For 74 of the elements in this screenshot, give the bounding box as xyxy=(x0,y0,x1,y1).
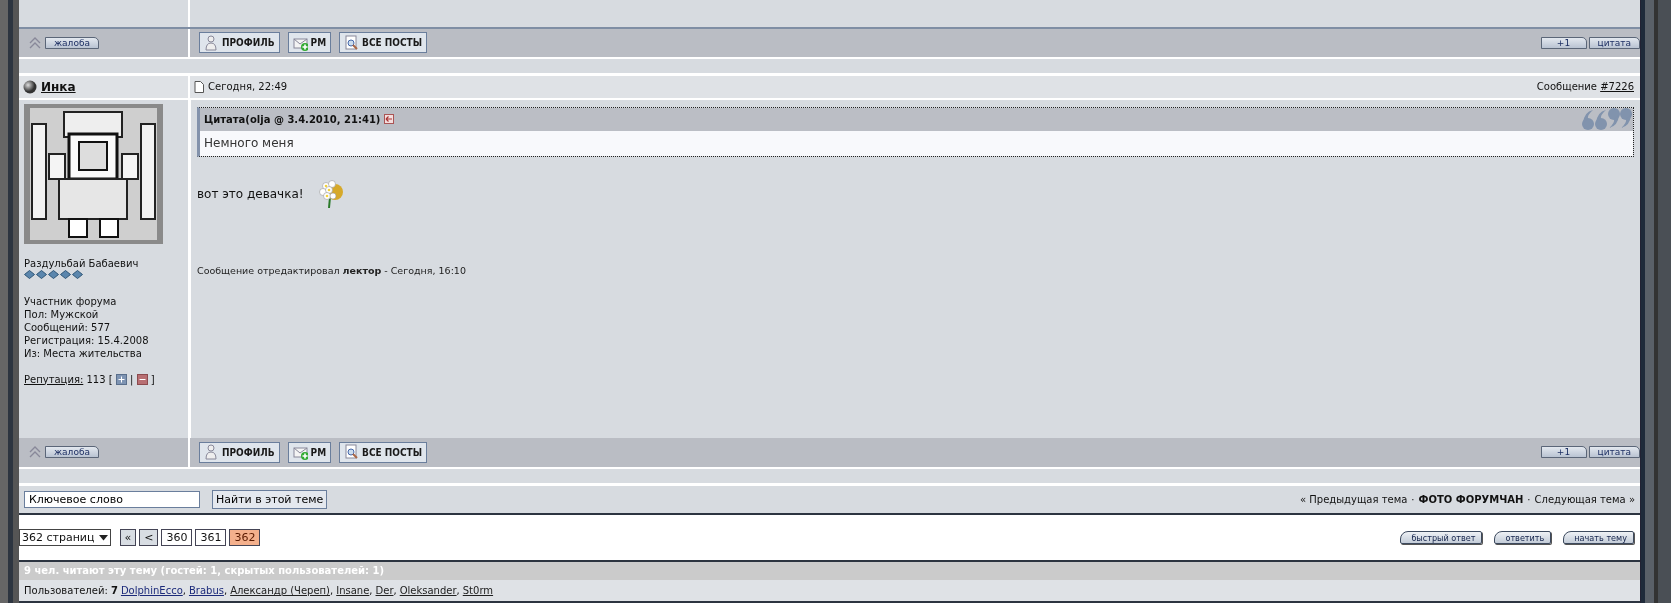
separator: · xyxy=(1411,493,1415,505)
quote-marks-icon xyxy=(1581,107,1633,132)
quote-header: Цитата(olja @ 3.4.2010, 21:41) xyxy=(204,113,381,125)
plus-one-button[interactable]: +1 xyxy=(1540,446,1587,459)
toolbar-button[interactable]: РМ xyxy=(287,441,332,463)
quote-button[interactable]: цитата xyxy=(1588,36,1640,49)
minus-icon[interactable] xyxy=(136,373,148,385)
post-date: Сегодня, 22:49 xyxy=(208,81,288,93)
user-detail: Участник форума xyxy=(24,294,118,308)
separator: , xyxy=(182,585,186,597)
up-arrow-icon xyxy=(29,445,41,460)
person-icon xyxy=(204,34,219,51)
search-field[interactable]: Ключевое слово xyxy=(24,490,200,508)
separator: , xyxy=(330,585,334,597)
page-link[interactable]: « xyxy=(119,529,137,547)
user-link[interactable]: Александр (Череп) xyxy=(230,585,331,597)
plus-one-button[interactable]: +1 xyxy=(1540,36,1587,49)
user-detail: Сообщений: 577 xyxy=(24,320,112,334)
plus-icon[interactable] xyxy=(115,373,127,385)
quote-button[interactable]: цитата xyxy=(1588,446,1640,459)
message-number-link[interactable]: #7226 xyxy=(1600,81,1634,93)
quote-text: Немного меня xyxy=(200,130,1633,156)
back-arrow-icon xyxy=(384,114,395,125)
action-button[interactable]: ответить xyxy=(1494,531,1552,545)
separator: , xyxy=(369,585,373,597)
toolbar-button[interactable]: ВСЕ ПОСТЫ xyxy=(339,441,428,463)
user-link[interactable]: Oleksander xyxy=(399,585,457,597)
dropdown-arrow-icon xyxy=(98,534,108,541)
bracket: ] xyxy=(149,373,155,385)
envelope-plus-icon xyxy=(292,444,308,461)
separator: | xyxy=(129,373,135,385)
topic-title: ФОТО ФОРУМЧАН xyxy=(1418,493,1524,505)
separator: , xyxy=(223,585,228,597)
page-link[interactable]: 362 xyxy=(229,529,261,547)
user-title: Раздульбай Бабаевич xyxy=(24,256,140,270)
user-link[interactable]: Der xyxy=(375,585,394,597)
reputation-link[interactable]: Репутация: xyxy=(24,373,84,385)
toolbar-button[interactable]: ПРОФИЛЬ xyxy=(199,32,280,54)
action-button[interactable]: начать тему xyxy=(1563,531,1634,545)
page-link[interactable]: 361 xyxy=(195,529,227,547)
user-link[interactable]: DolphinEcco xyxy=(120,585,183,597)
document-icon xyxy=(194,80,204,93)
reputation-value: 113 [ xyxy=(85,373,114,385)
document-search-icon xyxy=(344,444,360,461)
separator: , xyxy=(393,585,397,597)
separator: · xyxy=(1527,493,1531,505)
page-link[interactable]: < xyxy=(139,529,159,547)
report-button[interactable]: жалоба xyxy=(45,446,99,459)
message-text: вот это девачка! xyxy=(197,186,304,201)
status-dot-icon xyxy=(23,79,37,94)
separator: , xyxy=(456,585,460,597)
users-label: Пользователей: xyxy=(24,585,109,597)
user-link[interactable]: St0rm xyxy=(462,585,494,597)
users-count: 7 xyxy=(110,585,118,597)
toolbar-button[interactable]: ВСЕ ПОСТЫ xyxy=(339,32,428,54)
page-link[interactable]: 360 xyxy=(161,529,193,547)
user-detail: Из: Места жительства xyxy=(24,346,143,360)
message-number-label: Сообщение xyxy=(1536,81,1598,93)
pages-dropdown[interactable]: 362 страниц xyxy=(19,529,111,547)
person-icon xyxy=(204,444,219,461)
search-button[interactable]: Найти в этой теме xyxy=(212,489,328,509)
user-detail: Регистрация: 15.4.2008 xyxy=(24,333,150,347)
up-arrow-icon xyxy=(29,35,41,50)
toolbar-button[interactable]: ПРОФИЛЬ xyxy=(199,441,280,463)
toolbar-button[interactable]: РМ xyxy=(287,32,332,54)
next-topic-link[interactable]: Следующая тема » xyxy=(1534,493,1635,505)
user-link[interactable]: Brabus xyxy=(188,585,224,597)
action-button[interactable]: быстрый ответ xyxy=(1400,531,1483,545)
previous-topic-link[interactable]: « Предыдущая тема xyxy=(1299,493,1408,505)
user-detail: Пол: Мужской xyxy=(24,307,100,321)
report-button[interactable]: жалоба xyxy=(45,36,99,49)
author-link[interactable]: Инка xyxy=(41,79,76,94)
document-search-icon xyxy=(344,34,360,51)
edit-note: Сообщение отредактировал лектор - Сегодня, 16:10 xyxy=(197,264,467,276)
